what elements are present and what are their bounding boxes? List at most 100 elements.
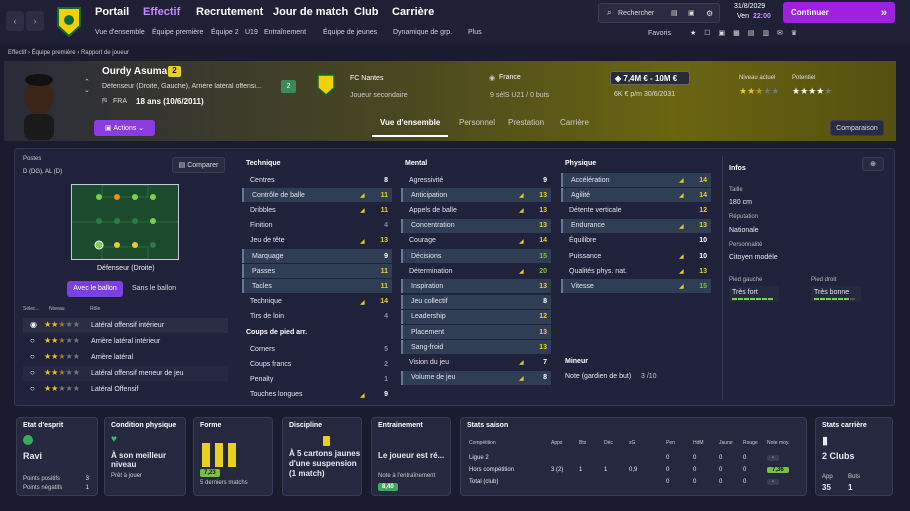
card-career[interactable]: Stats carrière ▮ 2 Clubs App 35 Buts 1 bbox=[815, 417, 893, 496]
technique-row: Centres 8 bbox=[242, 173, 392, 187]
form-rating: 7,23 bbox=[200, 469, 220, 477]
with-ball-toggle[interactable]: Avec le ballon bbox=[67, 281, 123, 297]
progress-arrow-icon: ◢ bbox=[360, 392, 365, 399]
tab-personnel[interactable]: Personnel bbox=[459, 118, 495, 127]
col-role[interactable]: Rôle bbox=[90, 306, 100, 312]
subnav-equipe-2[interactable]: Équipe 2 bbox=[211, 29, 239, 36]
mental-value: 13 bbox=[539, 328, 547, 336]
progress-arrow-icon: ◢ bbox=[360, 193, 365, 200]
physique-title: Physique bbox=[565, 160, 597, 167]
subnav-dynamique[interactable]: Dynamique de grp. bbox=[393, 29, 452, 36]
active-tab-indicator bbox=[372, 135, 448, 137]
stats-cell: 0 bbox=[693, 479, 697, 485]
save-icon[interactable]: ▤ bbox=[671, 9, 678, 17]
radio-2[interactable]: ○ bbox=[30, 336, 35, 345]
nav-carriere[interactable]: Carrière bbox=[392, 6, 434, 18]
career-apps: 35 bbox=[822, 483, 831, 492]
setpiece-row: Coups francs 2 bbox=[242, 357, 392, 371]
search-bar[interactable]: ⌕ Rechercher ▤ ▣ ⚙ bbox=[598, 3, 720, 23]
mental-name: Anticipation bbox=[411, 191, 448, 199]
col-level[interactable]: Niveau bbox=[49, 306, 65, 312]
nav-portail[interactable]: Portail bbox=[95, 6, 129, 18]
card-season-stats[interactable]: Stats saison Compétition Apps Bts Déc xG Pen H… bbox=[460, 417, 807, 496]
technique-value: 14 bbox=[380, 298, 388, 306]
continue-button[interactable]: Continuer» bbox=[783, 2, 895, 23]
breadcrumb-equipe[interactable]: Équipe première bbox=[32, 50, 76, 56]
card-morale[interactable]: Etat d'esprit Ravi Points positifs 3 Poi… bbox=[16, 417, 98, 496]
technique-name: Technique bbox=[250, 298, 282, 306]
squad-number-badge: 2 bbox=[281, 80, 296, 93]
radio-selected[interactable]: ◉ bbox=[30, 320, 40, 329]
sort-icon[interactable]: ⌃ ⌄ bbox=[84, 78, 90, 94]
setpieces-title: Coups de pied arr. bbox=[246, 329, 308, 336]
nav-effectif[interactable]: Effectif bbox=[143, 6, 180, 18]
radio-4[interactable]: ○ bbox=[30, 368, 35, 377]
comparison-button[interactable]: Comparaison bbox=[830, 120, 884, 136]
stats-col-header[interactable]: Compétition bbox=[469, 440, 496, 446]
subnav-equipe-jeunes[interactable]: Équipe de jeunes bbox=[323, 29, 377, 36]
stats-col-header[interactable]: Bts bbox=[579, 440, 586, 446]
mental-value: 9 bbox=[543, 176, 547, 184]
compare-icon: ▤ bbox=[178, 162, 188, 169]
nav-recrutement[interactable]: Recrutement bbox=[196, 6, 263, 18]
tab-prestation[interactable]: Prestation bbox=[508, 118, 544, 127]
tab-carriere[interactable]: Carrière bbox=[560, 118, 589, 127]
card-form[interactable]: Forme 7,23 5 derniers matchs bbox=[193, 417, 273, 496]
favorites-menu[interactable]: Favoris bbox=[648, 30, 671, 37]
subnav-equipe-premiere[interactable]: Équipe première bbox=[152, 29, 203, 36]
stats-cell: 0 bbox=[666, 479, 670, 485]
physique-row: Puissance 10 ◢ bbox=[561, 249, 711, 263]
stats-col-header[interactable]: Apps bbox=[551, 440, 562, 446]
nav-jour-de-match[interactable]: Jour de match bbox=[273, 6, 348, 18]
stats-col-header[interactable]: Pen bbox=[666, 440, 675, 446]
back-button[interactable]: ‹ bbox=[6, 11, 24, 31]
radio-3[interactable]: ○ bbox=[30, 352, 35, 361]
actions-button[interactable]: ▣ Actions ⌄ bbox=[94, 120, 155, 136]
subnav-entrainement[interactable]: Entraînement bbox=[264, 29, 306, 36]
stats-cell: 0 bbox=[719, 467, 723, 473]
stats-col-header[interactable]: Déc bbox=[604, 440, 613, 446]
stats-col-header[interactable]: xG bbox=[629, 440, 635, 446]
breadcrumb-effectif[interactable]: Effectif bbox=[8, 50, 26, 56]
info-settings-icon[interactable]: ⊕ bbox=[862, 157, 884, 171]
card-discipline[interactable]: Discipline À 5 cartons jaunes d'une susp… bbox=[282, 417, 362, 496]
mental-row: Jeu collectif 8 bbox=[401, 294, 551, 309]
stats-col-header[interactable]: Note moy. bbox=[767, 440, 789, 446]
card-condition[interactable]: Condition physique ♥ À son meilleur nive… bbox=[104, 417, 186, 496]
settings-icon[interactable]: ⚙ bbox=[706, 9, 713, 18]
physique-value: 10 bbox=[699, 252, 707, 260]
quick-icons[interactable]: ★☐▣▦▤▥✉♛ bbox=[690, 29, 805, 37]
setpiece-name: Coups francs bbox=[250, 360, 292, 368]
forward-button[interactable]: › bbox=[26, 11, 44, 31]
technique-name: Tacles bbox=[252, 282, 272, 290]
club-name[interactable]: FC Nantes bbox=[350, 75, 383, 82]
card-training[interactable]: Entrainement Le joueur est ré... Note à … bbox=[371, 417, 451, 496]
height-label: Taille bbox=[729, 187, 743, 193]
gk-rating-value: 3 /10 bbox=[641, 373, 657, 380]
subnav-plus[interactable]: Plus bbox=[468, 29, 482, 36]
stats-col-header[interactable]: Jaune bbox=[719, 440, 733, 446]
subnav-u19[interactable]: U19 bbox=[245, 29, 258, 36]
radio-5[interactable]: ○ bbox=[30, 384, 35, 393]
progress-arrow-icon: ◢ bbox=[519, 375, 524, 382]
club-crest-icon[interactable] bbox=[54, 4, 84, 40]
training-rating: 8,40 bbox=[378, 483, 398, 491]
subnav-vue-ensemble[interactable]: Vue d'ensemble bbox=[95, 29, 145, 36]
yellow-card-icon bbox=[323, 436, 330, 446]
tab-overview[interactable]: Vue d'ensemble bbox=[380, 118, 440, 127]
news-icon[interactable]: ▣ bbox=[688, 9, 695, 17]
compare-positions-button[interactable]: ▤ Comparer bbox=[172, 157, 225, 173]
stats-cell: 0 bbox=[693, 455, 697, 461]
technique-row: Tirs de loin 4 bbox=[242, 310, 392, 324]
nav-club[interactable]: Club bbox=[354, 6, 378, 18]
mental-value: 13 bbox=[539, 282, 547, 290]
without-ball-toggle[interactable]: Sans le ballon bbox=[126, 281, 182, 297]
stats-col-header[interactable]: Rouge bbox=[743, 440, 758, 446]
stats-col-header[interactable]: HdM bbox=[693, 440, 704, 446]
search-icon: ⌕ bbox=[607, 8, 612, 17]
training-sub: Note à l'entraînement bbox=[378, 473, 436, 479]
physique-name: Agilité bbox=[571, 191, 591, 199]
mental-name: Inspiration bbox=[411, 282, 444, 290]
player-wage: 6K € p/m 30/6/2031 bbox=[614, 91, 676, 98]
col-select[interactable]: Sélec... bbox=[23, 306, 40, 312]
